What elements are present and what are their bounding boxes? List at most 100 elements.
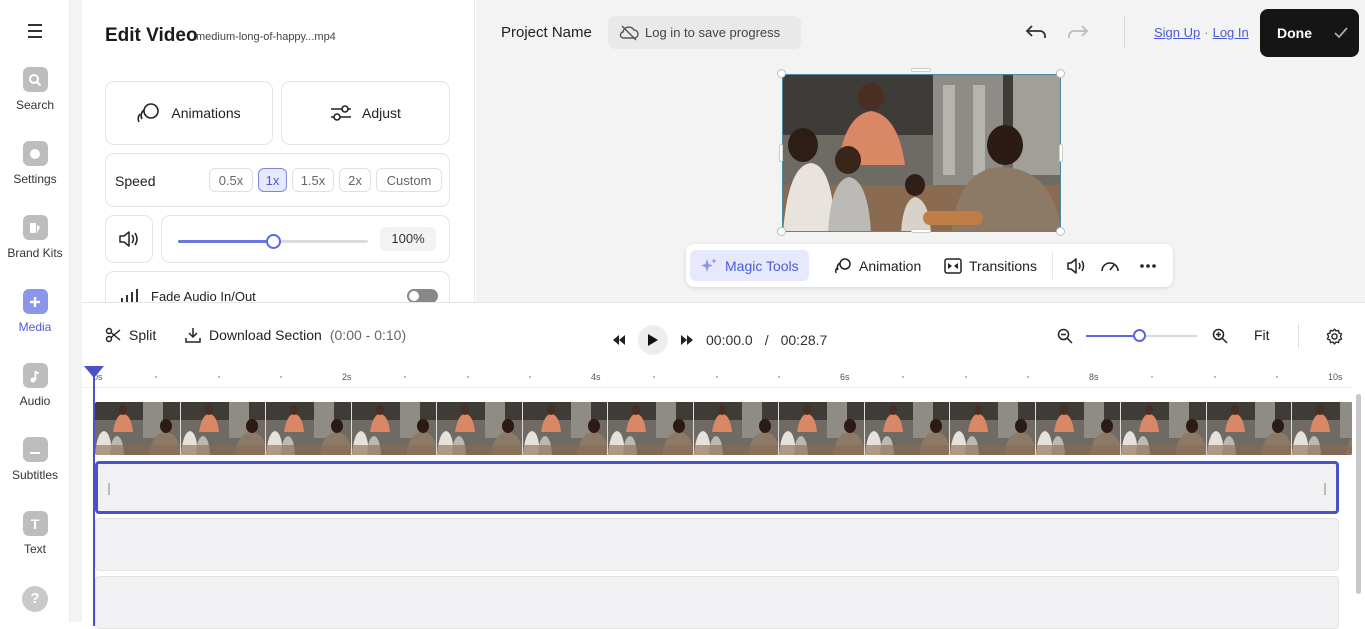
animation-icon <box>137 103 160 123</box>
menu-icon[interactable] <box>24 24 46 42</box>
resize-handle-right[interactable] <box>1059 144 1063 162</box>
volume-value[interactable]: 100% <box>380 227 436 251</box>
fade-audio-card: Fade Audio In/Out <box>105 271 450 302</box>
done-label: Done <box>1277 25 1312 41</box>
download-icon <box>185 328 201 343</box>
log-in-link[interactable]: Log In <box>1213 25 1249 40</box>
download-section-button[interactable]: Download Section (0:00 - 0:10) <box>185 327 406 343</box>
ruler-tick <box>528 376 531 378</box>
resize-handle-bottom[interactable] <box>911 229 931 233</box>
speed-option-2x[interactable]: 2x <box>339 168 371 192</box>
video-track-clip[interactable] <box>95 402 1352 455</box>
resize-handle-top[interactable] <box>911 68 931 72</box>
adjust-button[interactable]: Adjust <box>281 81 450 145</box>
fade-audio-toggle[interactable] <box>407 289 438 302</box>
video-preview[interactable] <box>782 74 1061 232</box>
magic-tools-button[interactable]: Magic Tools <box>690 250 809 281</box>
volume-card: 100% <box>161 215 450 263</box>
transitions-button[interactable]: Transitions <box>934 250 1047 281</box>
ruler-label: 10s <box>1328 372 1343 382</box>
zoom-out-icon <box>1057 328 1073 344</box>
fast-forward-icon[interactable] <box>680 334 694 346</box>
ruler-tick <box>1213 376 1216 378</box>
ruler-tick <box>1026 376 1029 378</box>
split-button[interactable]: Split <box>105 327 156 343</box>
ruler-tick <box>217 376 220 378</box>
login-to-save-button[interactable]: Log in to save progress <box>608 16 801 49</box>
sliders-icon <box>331 105 352 121</box>
speed-button[interactable] <box>1090 250 1130 281</box>
panel-title: Edit Video <box>105 25 198 46</box>
filmstrip-frame <box>437 402 523 455</box>
sidebar-item-media[interactable]: Media <box>0 289 70 334</box>
more-options-button[interactable] <box>1129 250 1167 281</box>
resize-handle-bottom-right[interactable] <box>1056 227 1065 236</box>
project-name[interactable]: Project Name <box>501 24 592 41</box>
playhead[interactable] <box>93 370 95 626</box>
sidebar-item-brand-kits[interactable]: Brand Kits <box>0 215 70 260</box>
sidebar-item-text[interactable]: T Text <box>0 511 70 556</box>
sidebar-item-subtitles[interactable]: Subtitles <box>0 437 70 482</box>
selected-track[interactable] <box>95 461 1339 514</box>
sidebar-item-audio[interactable]: Audio <box>0 363 70 408</box>
speed-option-1x[interactable]: 1x <box>258 168 287 192</box>
timeline-scrollbar[interactable] <box>1356 394 1361 594</box>
timeline[interactable]: 0s 2s 4s 6s 8s 10s <box>82 366 1365 629</box>
video-thumbnail <box>783 75 1060 231</box>
volume-slider[interactable] <box>178 234 368 249</box>
ruler-tick <box>404 376 407 378</box>
zoom-out-button[interactable] <box>1057 328 1073 344</box>
animations-label: Animations <box>171 105 241 121</box>
animation-icon <box>834 257 851 273</box>
auth-separator: · <box>1204 25 1209 40</box>
speed-option-0.5x[interactable]: 0.5x <box>209 168 253 192</box>
volume-slider-knob[interactable] <box>266 234 281 249</box>
redo-icon[interactable] <box>1066 21 1090 47</box>
done-button[interactable]: Done <box>1260 9 1359 57</box>
resize-handle-left[interactable] <box>779 144 783 162</box>
sidebar-item-search[interactable]: Search <box>0 67 70 112</box>
timeline-settings-button[interactable] <box>1326 328 1343 345</box>
track-handle-right[interactable] <box>1324 483 1326 495</box>
play-button[interactable] <box>638 325 668 355</box>
zoom-in-button[interactable] <box>1212 328 1228 344</box>
resize-handle-top-left[interactable] <box>777 69 786 78</box>
animations-button[interactable]: Animations <box>105 81 273 145</box>
transitions-label: Transitions <box>969 257 1037 274</box>
empty-track[interactable] <box>95 576 1339 629</box>
speaker-icon <box>119 231 138 247</box>
speedometer-icon <box>1101 261 1119 271</box>
ruler-tick <box>155 376 158 378</box>
animation-button[interactable]: Animation <box>824 250 931 281</box>
auth-links: Sign Up · Log In <box>1154 25 1249 40</box>
fit-label: Fit <box>1254 327 1270 343</box>
resize-handle-top-right[interactable] <box>1056 69 1065 78</box>
track-handle-left[interactable] <box>108 483 110 495</box>
mute-button[interactable] <box>105 215 153 263</box>
sidebar-item-label: Media <box>18 320 52 334</box>
speed-card: Speed 0.5x 1x 1.5x 2x Custom <box>105 153 450 207</box>
settings-icon <box>22 141 48 166</box>
sidebar-divider <box>70 0 82 622</box>
filmstrip-frame <box>351 402 437 455</box>
adjust-label: Adjust <box>362 105 401 121</box>
help-icon[interactable]: ? <box>22 586 48 612</box>
plus-icon <box>22 289 48 314</box>
sign-up-link[interactable]: Sign Up <box>1154 25 1200 40</box>
time-ruler[interactable]: 0s 2s 4s 6s 8s 10s <box>82 366 1352 388</box>
empty-track[interactable] <box>95 518 1339 571</box>
undo-icon[interactable] <box>1024 21 1048 47</box>
zoom-slider[interactable] <box>1086 329 1197 342</box>
sidebar-item-settings[interactable]: Settings <box>0 141 70 186</box>
speed-option-custom[interactable]: Custom <box>376 168 442 192</box>
animation-label: Animation <box>859 257 922 274</box>
zoom-slider-knob[interactable] <box>1133 329 1147 342</box>
resize-handle-bottom-left[interactable] <box>777 227 786 236</box>
speed-option-1.5x[interactable]: 1.5x <box>292 168 334 192</box>
ruler-tick <box>964 376 967 378</box>
rewind-icon[interactable] <box>612 334 626 346</box>
zoom-slider-fill <box>1086 335 1140 337</box>
split-label: Split <box>129 327 157 343</box>
fit-button[interactable]: Fit <box>1254 327 1270 343</box>
playhead-handle[interactable] <box>84 366 104 378</box>
